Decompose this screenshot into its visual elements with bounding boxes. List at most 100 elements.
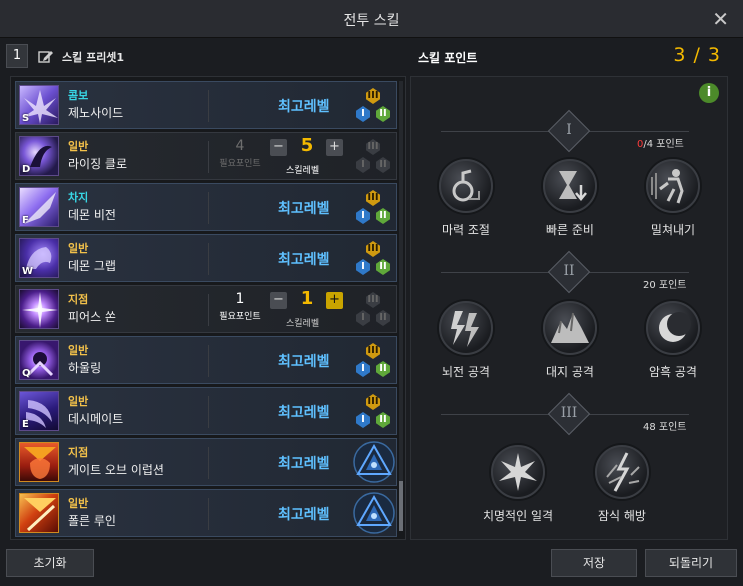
tripod-buttons[interactable]: III I II bbox=[356, 190, 390, 228]
tripod-2-icon[interactable]: II bbox=[376, 106, 390, 122]
skill-row[interactable]: 일반 폴른 루인 최고레벨 bbox=[15, 489, 397, 537]
skill-icon: W bbox=[19, 238, 59, 278]
skill-point-panel: i I 0/4 포인트 마력 조절 빠른 준비 밀쳐내기 II 20 포인트 뇌… bbox=[410, 76, 728, 540]
skill-type: 차지 bbox=[68, 191, 89, 204]
skill-name: 데시메이트 bbox=[68, 412, 124, 426]
tripod-3-icon[interactable]: III bbox=[366, 241, 380, 257]
tripod-3-icon[interactable]: III bbox=[366, 190, 380, 206]
release-icon[interactable] bbox=[595, 445, 649, 499]
reset-button[interactable]: 초기화 bbox=[6, 549, 94, 577]
scrollbar-thumb[interactable] bbox=[399, 481, 403, 531]
save-button[interactable]: 저장 bbox=[551, 549, 637, 577]
hourglass-icon[interactable] bbox=[543, 159, 597, 213]
skill-points-count: 3 / 3 bbox=[673, 44, 721, 66]
skill-row[interactable]: Q 일반 하울링 최고레벨 III I II bbox=[15, 336, 397, 384]
edit-icon[interactable] bbox=[38, 48, 54, 64]
tripod-2-icon[interactable]: II bbox=[376, 361, 390, 377]
earth-icon[interactable] bbox=[543, 301, 597, 355]
window-title: 전투 스킬 bbox=[343, 13, 400, 29]
ability-node[interactable]: 밀쳐내기 bbox=[623, 159, 723, 238]
tripod-buttons[interactable]: III I II bbox=[356, 343, 390, 381]
skill-name: 제노사이드 bbox=[68, 106, 124, 120]
skill-type: 일반 bbox=[68, 344, 89, 357]
increase-level-button[interactable]: + bbox=[326, 139, 343, 156]
tripod-1-icon: I bbox=[356, 157, 370, 173]
ability-node[interactable]: 마력 조절 bbox=[416, 159, 516, 238]
skill-row[interactable]: F 차지 데몬 비전 최고레벨 III I II bbox=[15, 183, 397, 231]
skill-row[interactable]: 지점 게이트 오브 이럽션 최고레벨 bbox=[15, 438, 397, 486]
tripod-buttons: III I II bbox=[356, 139, 390, 177]
skill-row[interactable]: S 콤보 제노사이드 최고레벨 III I II bbox=[15, 81, 397, 129]
ability-label: 뇌전 공격 bbox=[442, 365, 490, 379]
tripod-3-icon: III bbox=[366, 139, 380, 155]
ability-node[interactable]: 빠른 준비 bbox=[520, 159, 620, 238]
skill-type: 콤보 bbox=[68, 89, 89, 102]
tripod-1-icon[interactable]: I bbox=[356, 106, 370, 122]
decrease-level-button[interactable]: − bbox=[270, 292, 287, 309]
skill-icon bbox=[19, 289, 59, 329]
tripod-3-icon[interactable]: III bbox=[366, 88, 380, 104]
skill-row[interactable]: W 일반 데몬 그랩 최고레벨 III I II bbox=[15, 234, 397, 282]
skill-type: 지점 bbox=[68, 446, 89, 459]
tripod-3-icon[interactable]: III bbox=[366, 394, 380, 410]
skill-row[interactable]: 지점 피어스 쏜 1 필요포인트 − 1 + 스킬레벨 III I II bbox=[15, 285, 397, 333]
skill-level-value: 5 bbox=[300, 135, 314, 156]
skill-name: 게이트 오브 이럽션 bbox=[68, 463, 164, 477]
tier-3-points: 48 포인트 bbox=[643, 422, 687, 433]
skill-list: S 콤보 제노사이드 최고레벨 III I II D 일반 라이징 클로 4 필… bbox=[10, 76, 406, 540]
max-level-text: 최고레벨 bbox=[278, 252, 330, 268]
preset-bar: 1 스킬 프리셋1 bbox=[6, 44, 401, 70]
ability-node[interactable]: 치명적인 일격 bbox=[468, 445, 568, 524]
moon-icon[interactable] bbox=[646, 301, 700, 355]
decrease-level-button[interactable]: − bbox=[270, 139, 287, 156]
tripod-2-icon[interactable]: II bbox=[376, 259, 390, 275]
tripod-2-icon[interactable]: II bbox=[376, 208, 390, 224]
skill-type: 일반 bbox=[68, 395, 89, 408]
push-icon[interactable] bbox=[646, 159, 700, 213]
skill-name: 하울링 bbox=[68, 361, 102, 375]
skill-icon: S bbox=[19, 85, 59, 125]
tripod-1-icon[interactable]: I bbox=[356, 208, 370, 224]
tripod-buttons[interactable]: III I II bbox=[356, 88, 390, 126]
skill-list-scrollbar[interactable] bbox=[399, 81, 403, 531]
close-icon[interactable]: ✕ bbox=[712, 7, 729, 31]
revert-button[interactable]: 되돌리기 bbox=[645, 549, 737, 577]
tripod-buttons[interactable]: III I II bbox=[356, 394, 390, 432]
info-icon[interactable]: i bbox=[699, 83, 719, 103]
ability-node[interactable]: 뇌전 공격 bbox=[416, 301, 516, 380]
skill-level-label: 스킬레벨 bbox=[286, 319, 320, 329]
tripod-1-icon: I bbox=[356, 310, 370, 326]
ability-label: 대지 공격 bbox=[546, 365, 594, 379]
max-level-text: 최고레벨 bbox=[278, 456, 330, 472]
skill-name: 데몬 비전 bbox=[68, 208, 116, 222]
required-points: 4 필요포인트 bbox=[219, 138, 261, 169]
lightning-icon[interactable] bbox=[439, 301, 493, 355]
tripod-1-icon[interactable]: I bbox=[356, 412, 370, 428]
tripod-buttons[interactable]: III I II bbox=[356, 241, 390, 279]
tripod-3-icon[interactable]: III bbox=[366, 343, 380, 359]
max-level-text: 최고레벨 bbox=[278, 99, 330, 115]
potion-icon[interactable] bbox=[439, 159, 493, 213]
max-level-text: 최고레벨 bbox=[278, 201, 330, 217]
skill-points-label: 스킬 포인트 bbox=[418, 51, 478, 65]
ability-node[interactable]: 대지 공격 bbox=[520, 301, 620, 380]
ability-node[interactable]: 암흑 공격 bbox=[623, 301, 723, 380]
skill-name: 피어스 쏜 bbox=[68, 310, 116, 324]
awakening-emblem-icon bbox=[353, 441, 395, 483]
tripod-2-icon[interactable]: II bbox=[376, 412, 390, 428]
skill-name: 데몬 그랩 bbox=[68, 259, 116, 273]
ability-label: 치명적인 일격 bbox=[482, 509, 554, 523]
preset-number-button[interactable]: 1 bbox=[6, 44, 28, 68]
ability-label: 잠식 해방 bbox=[598, 509, 646, 523]
level-stepper[interactable]: − 5 + bbox=[270, 135, 352, 159]
ability-node[interactable]: 잠식 해방 bbox=[572, 445, 672, 524]
tier-2-numeral: II bbox=[563, 263, 575, 279]
tripod-1-icon[interactable]: I bbox=[356, 259, 370, 275]
skill-icon: D bbox=[19, 136, 59, 176]
skill-row[interactable]: E 일반 데시메이트 최고레벨 III I II bbox=[15, 387, 397, 435]
skill-row[interactable]: D 일반 라이징 클로 4 필요포인트 − 5 + 스킬레벨 III I II bbox=[15, 132, 397, 180]
level-stepper[interactable]: − 1 + bbox=[270, 288, 352, 312]
tripod-1-icon[interactable]: I bbox=[356, 361, 370, 377]
increase-level-button[interactable]: + bbox=[326, 292, 343, 309]
burst-icon[interactable] bbox=[491, 445, 545, 499]
